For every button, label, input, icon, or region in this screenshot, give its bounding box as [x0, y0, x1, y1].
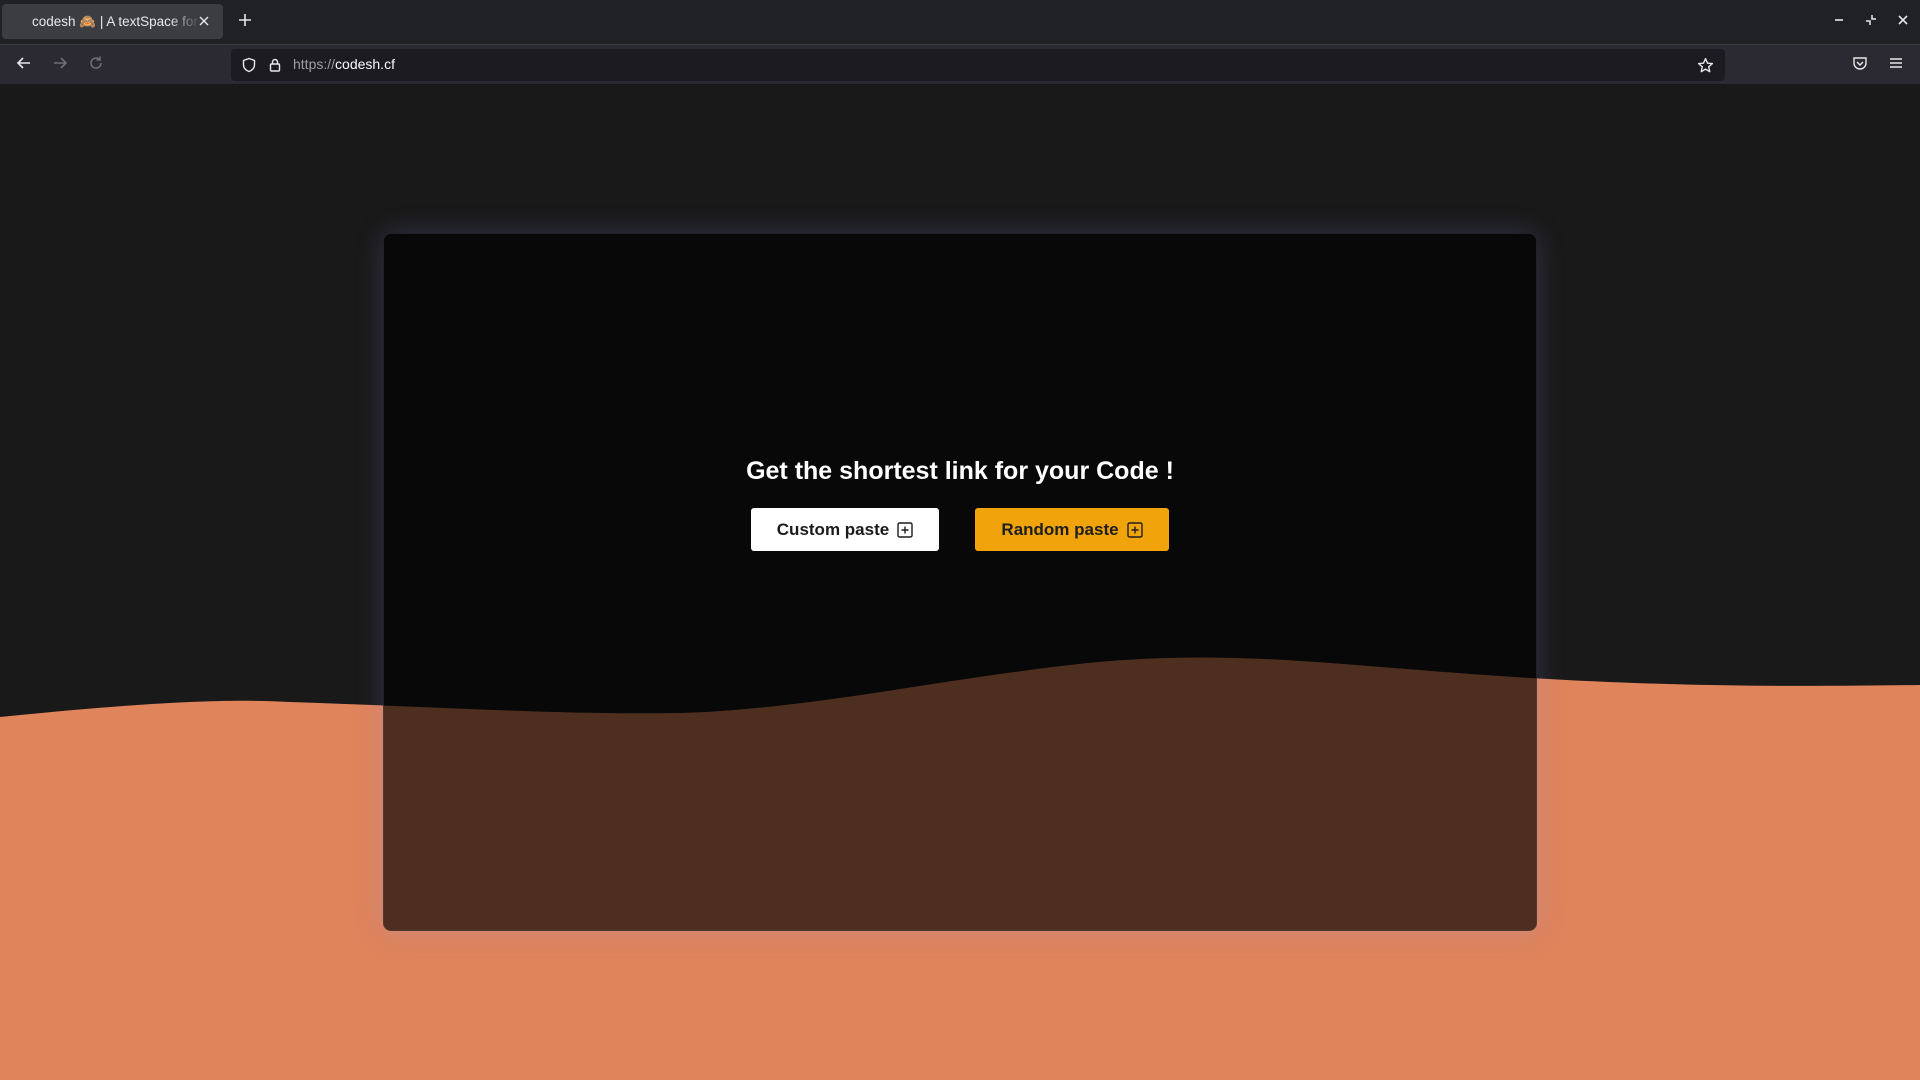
tab-title: codesh 🙈 | A textSpace for developers	[32, 13, 200, 29]
browser-tab-bar: codesh 🙈 | A textSpace for developers	[0, 0, 1920, 44]
plus-icon	[238, 13, 252, 32]
shield-icon[interactable]	[240, 56, 258, 74]
custom-paste-label: Custom paste	[776, 519, 890, 539]
url-text[interactable]: https://codesh.cf	[293, 56, 395, 72]
pocket-icon	[1852, 55, 1868, 76]
lock-icon[interactable]	[266, 56, 284, 74]
browser-tab[interactable]: codesh 🙈 | A textSpace for developers	[2, 4, 223, 39]
random-paste-button[interactable]: Random paste	[975, 508, 1169, 551]
random-paste-label: Random paste	[1001, 519, 1119, 539]
url-host: codesh.cf	[335, 56, 395, 72]
arrow-left-icon	[16, 55, 32, 76]
minimize-button[interactable]	[1829, 12, 1849, 32]
pocket-button[interactable]	[1849, 54, 1871, 76]
back-button[interactable]	[13, 54, 35, 76]
forward-button[interactable]	[49, 54, 71, 76]
star-icon[interactable]	[1696, 56, 1714, 74]
new-tab-button[interactable]	[234, 11, 256, 33]
page-headline: Get the shortest link for your Code !	[746, 457, 1174, 485]
page-content	[0, 84, 1920, 1080]
hero-card	[383, 233, 1537, 931]
restore-icon	[1865, 13, 1877, 31]
custom-paste-button[interactable]: Custom paste	[751, 508, 939, 551]
browser-nav-bar: https://codesh.cf	[0, 44, 1920, 84]
arrow-right-icon	[52, 55, 68, 76]
reload-icon	[88, 55, 104, 76]
close-icon[interactable]	[195, 12, 213, 30]
hamburger-menu-icon	[1888, 55, 1904, 76]
close-window-button[interactable]	[1893, 12, 1913, 32]
reload-button[interactable]	[85, 54, 107, 76]
url-bar[interactable]: https://codesh.cf	[231, 49, 1725, 81]
restore-button[interactable]	[1861, 12, 1881, 32]
plus-square-icon	[897, 521, 913, 538]
plus-square-icon	[1126, 521, 1143, 538]
close-icon	[1897, 13, 1909, 31]
minimize-icon	[1833, 13, 1845, 31]
url-protocol: https://	[293, 56, 336, 72]
menu-button[interactable]	[1885, 54, 1907, 76]
